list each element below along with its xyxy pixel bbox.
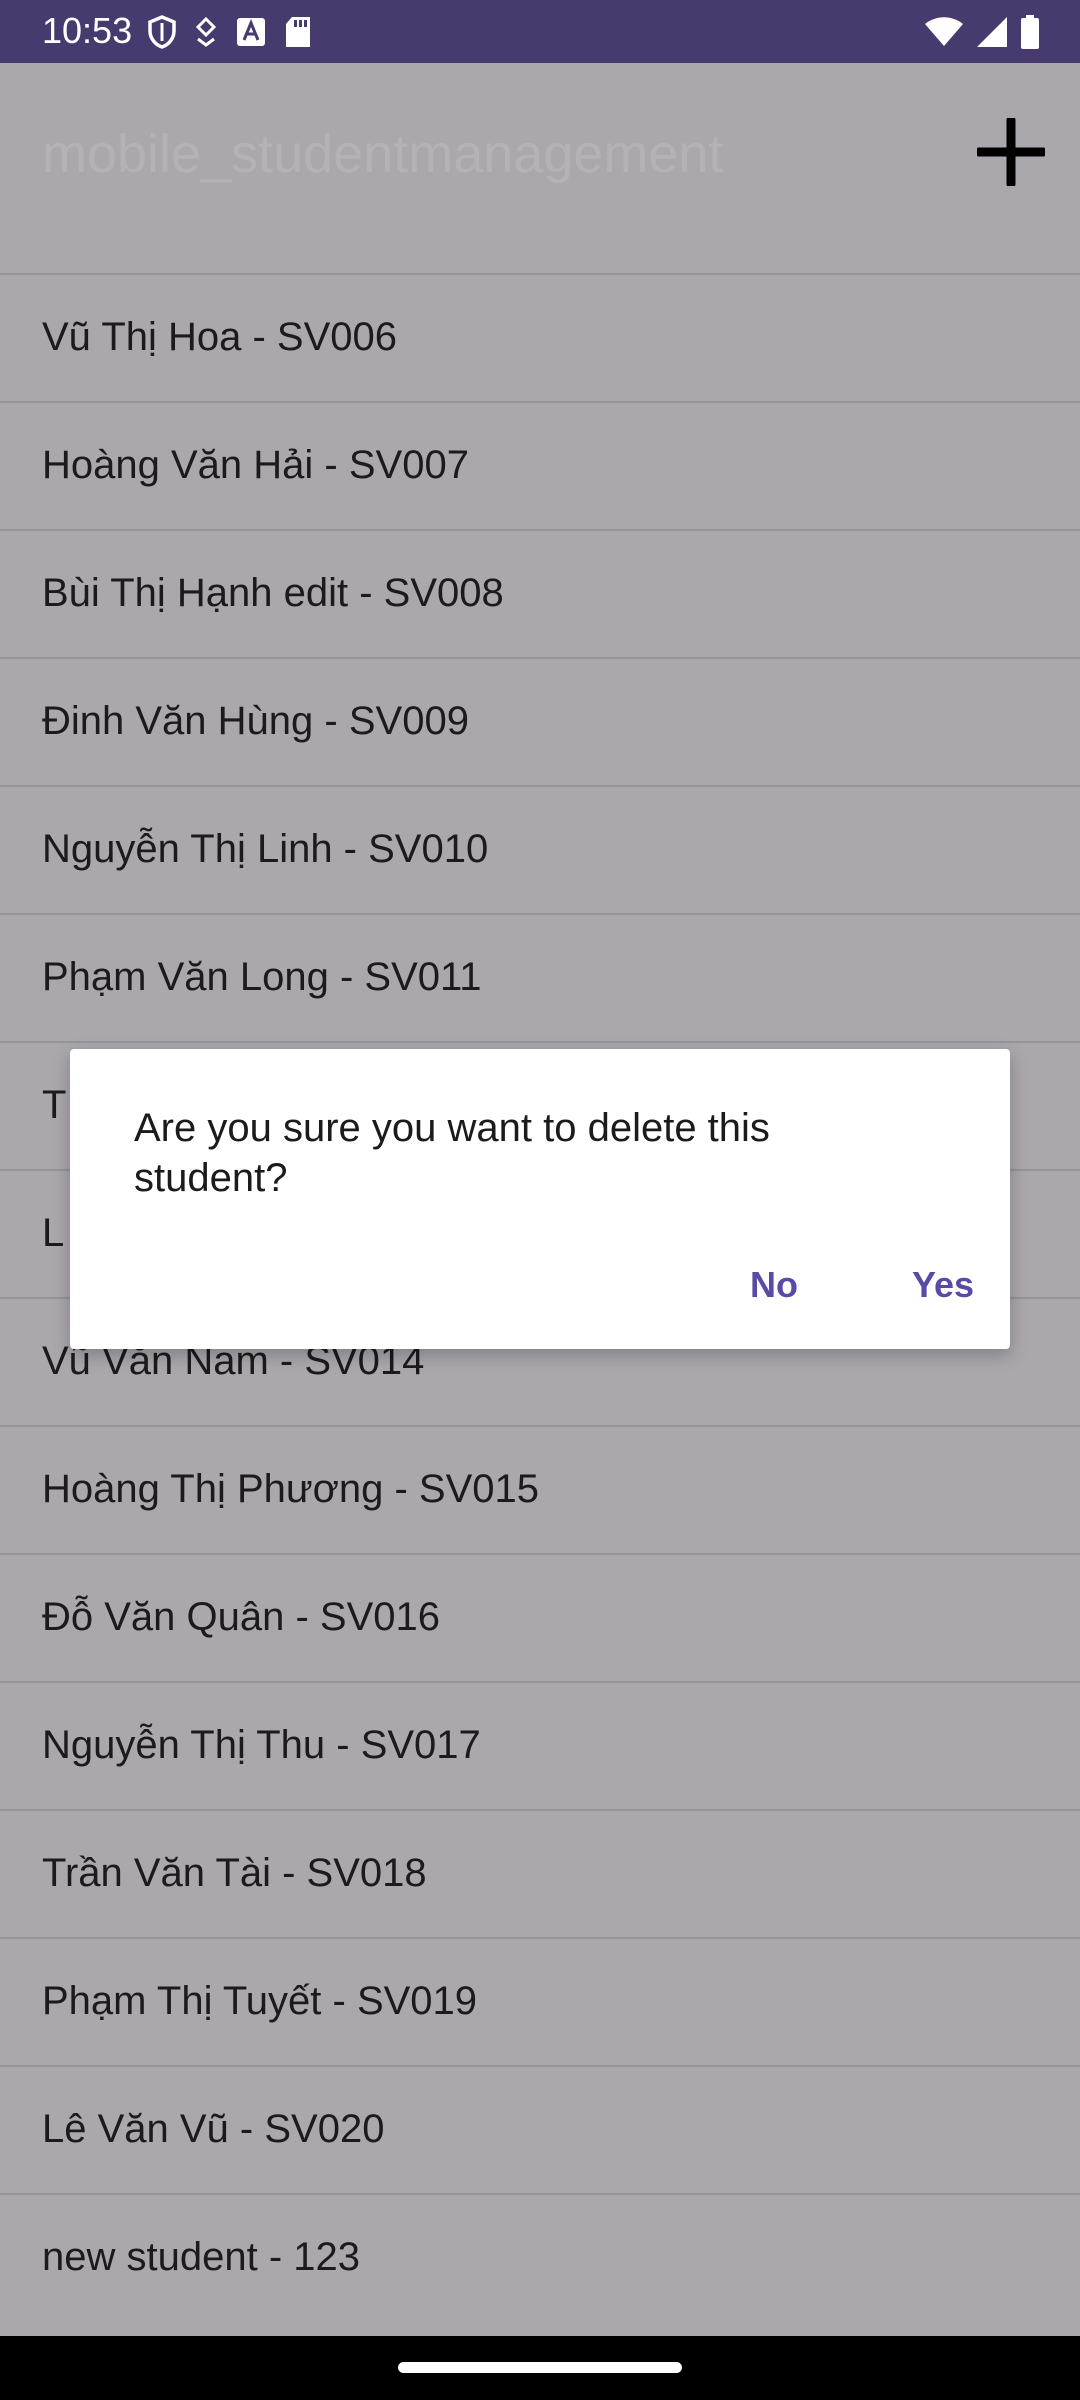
home-indicator[interactable] (398, 2362, 682, 2373)
student-label: Đinh Văn Hùng - SV009 (42, 699, 469, 743)
add-student-button[interactable] (966, 109, 1056, 199)
no-button[interactable]: No (726, 1245, 822, 1325)
student-label: T (42, 1083, 67, 1127)
list-item[interactable]: Hoàng Văn Hải - SV007 (0, 401, 1080, 529)
list-item[interactable]: Phạm Thị Tuyết - SV019 (0, 1937, 1080, 2065)
student-label: Nguyễn Thị Thu - SV017 (42, 1723, 481, 1767)
status-icons-left (148, 12, 312, 52)
app-title: mobile_studentmanagement (42, 124, 724, 184)
navigation-bar (0, 2336, 1080, 2400)
list-item[interactable]: Đinh Văn Hùng - SV009 (0, 657, 1080, 785)
font-a-icon (236, 17, 266, 47)
student-label: Nguyễn Thị Linh - SV010 (42, 827, 489, 871)
list-item[interactable]: Đỗ Văn Quân - SV016 (0, 1553, 1080, 1681)
list-item[interactable]: Nguyễn Thị Thu - SV017 (0, 1681, 1080, 1809)
student-label: Đỗ Văn Quân - SV016 (42, 1595, 441, 1639)
delete-confirm-dialog: Are you sure you want to delete this stu… (70, 1049, 1010, 1349)
student-label: new student - 123 (42, 2235, 360, 2279)
battery-icon (1020, 15, 1040, 49)
student-label: Hoàng Thị Phương - SV015 (42, 1467, 540, 1511)
status-time: 10:53 (42, 10, 133, 51)
student-label: Trần Văn Tài - SV018 (42, 1851, 427, 1895)
plus-icon (974, 115, 1048, 191)
student-label: Hoàng Văn Hải - SV007 (42, 443, 469, 487)
list-item[interactable]: Hoàng Thị Phương - SV015 (0, 1425, 1080, 1553)
list-item[interactable]: Nguyễn Thị Linh - SV010 (0, 785, 1080, 913)
yes-button[interactable]: Yes (888, 1245, 998, 1325)
data-saver-icon (194, 17, 218, 47)
student-label: Phạm Thị Tuyết - SV019 (42, 1979, 478, 2023)
status-icons-right (924, 12, 1040, 52)
shield-icon (148, 15, 176, 49)
list-item[interactable]: new student - 123 (0, 2193, 1080, 2321)
list-item[interactable]: Bùi Thị Hạnh edit - SV008 (0, 529, 1080, 657)
dialog-message: Are you sure you want to delete this stu… (134, 1106, 770, 1200)
list-item[interactable]: Phạm Văn Long - SV011 (0, 913, 1080, 1041)
student-label: L (42, 1211, 65, 1255)
screen: 10:53 mobile_studentmanagement Vũ Thị Ho… (0, 0, 1080, 2400)
student-label: Vũ Thị Hoa - SV006 (42, 315, 398, 359)
cellular-signal-icon (976, 16, 1008, 48)
list-item[interactable]: Vũ Thị Hoa - SV006 (0, 273, 1080, 401)
student-label: Bùi Thị Hạnh edit - SV008 (42, 571, 504, 615)
student-label: Phạm Văn Long - SV011 (42, 955, 482, 999)
list-item[interactable]: Lê Văn Vũ - SV020 (0, 2065, 1080, 2193)
wifi-icon (924, 16, 964, 48)
list-item[interactable]: Trần Văn Tài - SV018 (0, 1809, 1080, 1937)
status-bar: 10:53 (0, 0, 1080, 63)
sd-card-icon (284, 16, 312, 48)
app-bar: mobile_studentmanagement (0, 63, 1080, 273)
student-label: Lê Văn Vũ - SV020 (42, 2107, 385, 2151)
